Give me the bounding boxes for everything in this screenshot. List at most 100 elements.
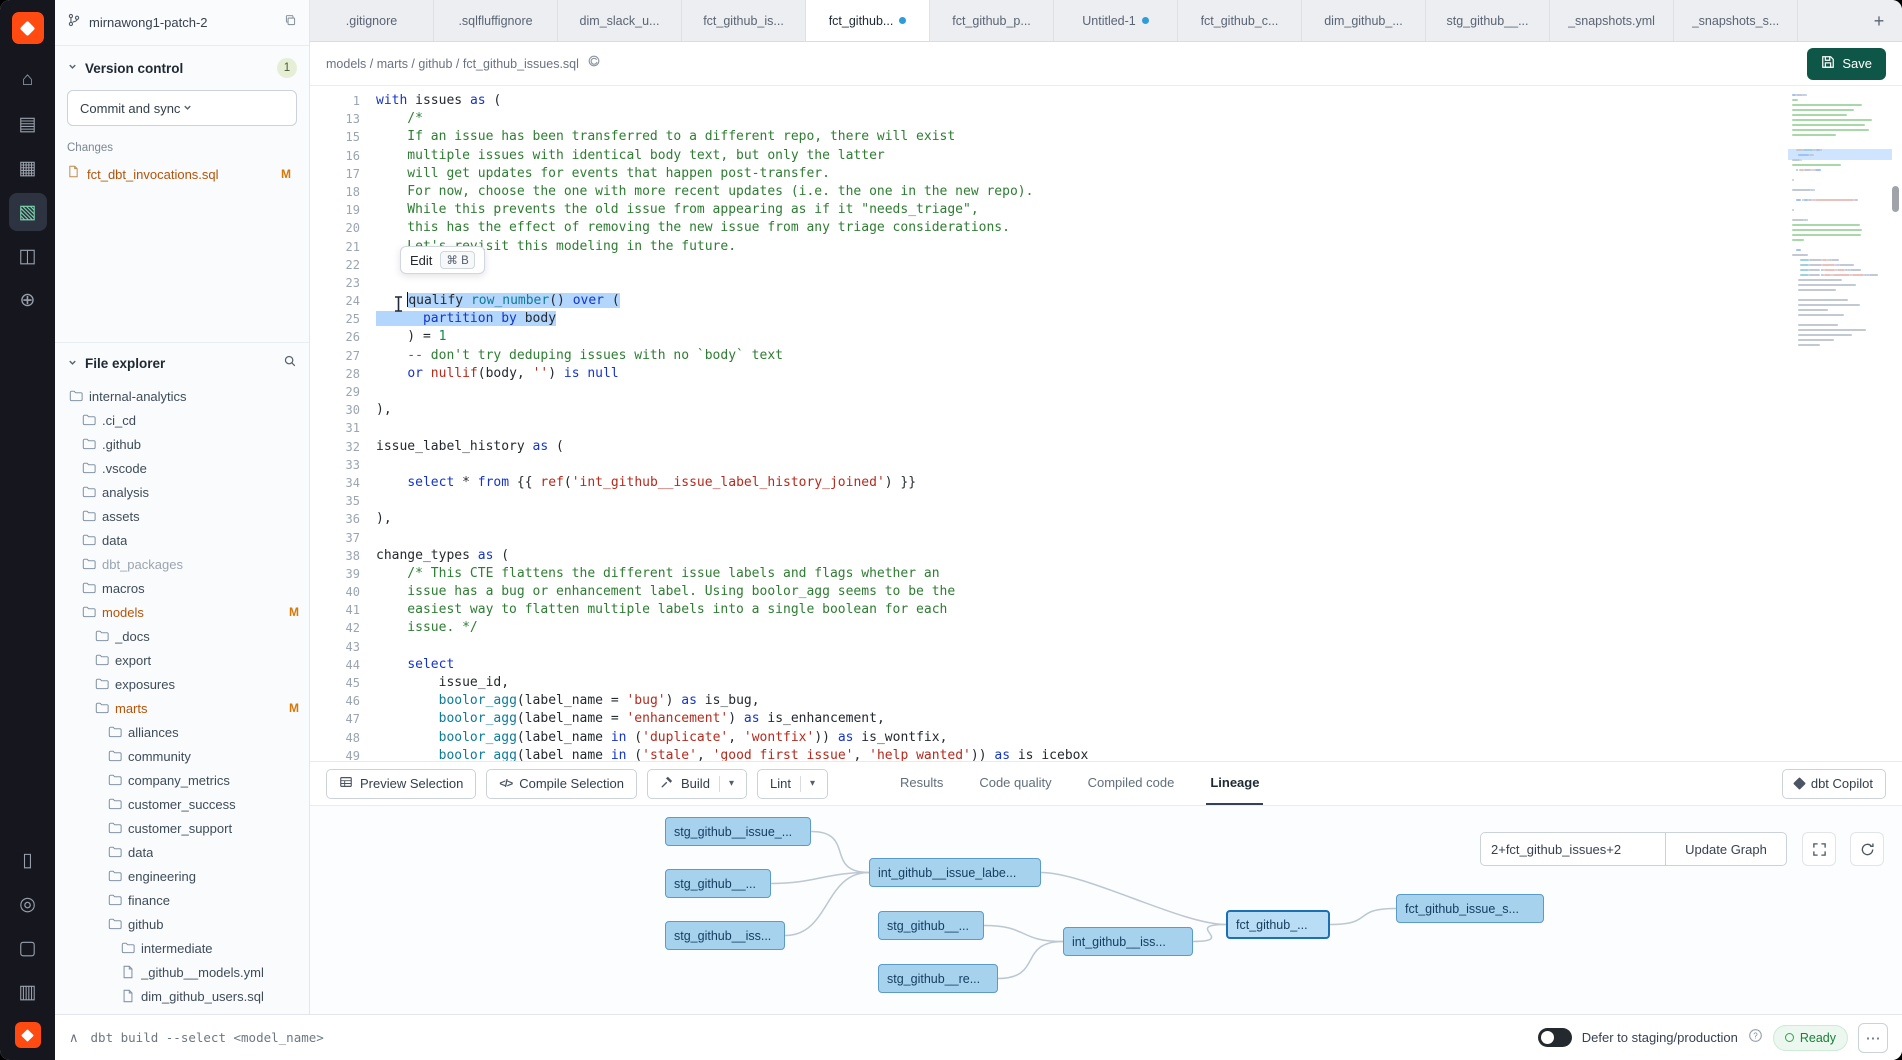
notebook-icon[interactable]: ▯ xyxy=(9,841,47,879)
editor-tab[interactable]: .gitignore xyxy=(310,0,434,41)
lineage-node[interactable]: int_github__issue_labe... xyxy=(869,858,1041,887)
code-line[interactable]: 34 select * from {{ ref('int_github__iss… xyxy=(310,474,1784,492)
tree-item[interactable]: exposures xyxy=(55,672,309,696)
code-line[interactable]: 16 multiple issues with identical body t… xyxy=(310,147,1784,165)
code-line[interactable]: 36), xyxy=(310,510,1784,528)
tree-item[interactable]: .ci_cd xyxy=(55,408,309,432)
tree-item[interactable]: .vscode xyxy=(55,456,309,480)
version-control-header[interactable]: Version control 1 xyxy=(67,58,297,78)
code-line[interactable]: 22 xyxy=(310,256,1784,274)
tree-item[interactable]: martsM xyxy=(55,696,309,720)
dbt-flame-icon[interactable] xyxy=(15,1022,41,1048)
code-line[interactable]: 37 xyxy=(310,529,1784,547)
commit-and-sync-button[interactable]: Commit and sync xyxy=(67,90,297,126)
tree-item[interactable]: macros xyxy=(55,576,309,600)
tree-item[interactable]: internal-analytics xyxy=(55,384,309,408)
tree-item[interactable]: dim_github_users.sql xyxy=(55,984,309,1008)
tree-item[interactable]: export xyxy=(55,648,309,672)
tree-item[interactable]: modelsM xyxy=(55,600,309,624)
code-line[interactable]: 18 For now, choose the one with more rec… xyxy=(310,183,1784,201)
code-line[interactable]: 43 xyxy=(310,638,1784,656)
editor-tab[interactable]: fct_github_c... xyxy=(1178,0,1302,41)
code-line[interactable]: 45 issue_id, xyxy=(310,674,1784,692)
lint-button[interactable]: Lint ▾ xyxy=(757,769,828,799)
code-line[interactable]: 35 xyxy=(310,492,1784,510)
code-line[interactable]: 26 ) = 1 xyxy=(310,328,1784,346)
code-line[interactable]: 40 issue has a bug or enhancement label.… xyxy=(310,583,1784,601)
code-line[interactable]: 38change_types as ( xyxy=(310,547,1784,565)
status-badge[interactable]: Ready xyxy=(1773,1025,1848,1051)
code-line[interactable]: 19 While this prevents the old issue fro… xyxy=(310,201,1784,219)
apps-icon[interactable]: ▥ xyxy=(9,973,47,1011)
code-line[interactable]: 25 partition by body xyxy=(310,310,1784,328)
edit-tooltip[interactable]: Edit ⌘ B xyxy=(400,246,485,274)
code-line[interactable]: 33 xyxy=(310,456,1784,474)
editor-scrollbar-thumb[interactable] xyxy=(1892,186,1899,212)
tree-item[interactable]: _github__models.yml xyxy=(55,960,309,984)
defer-toggle[interactable] xyxy=(1538,1028,1572,1047)
code-line[interactable]: 29 xyxy=(310,383,1784,401)
lineage-node[interactable]: fct_github_issue_s... xyxy=(1396,894,1544,923)
dbt-copilot-button[interactable]: dbt Copilot xyxy=(1782,769,1886,799)
tree-item[interactable]: community xyxy=(55,744,309,768)
code-line[interactable]: 1with issues as ( xyxy=(310,92,1784,110)
editor-tab[interactable]: _snapshots_s... xyxy=(1674,0,1798,41)
code-line[interactable]: 46 boolor_agg(label_name = 'bug') as is_… xyxy=(310,692,1784,710)
tree-item[interactable]: customer_support xyxy=(55,816,309,840)
changed-file-row[interactable]: fct_dbt_invocations.sql M xyxy=(67,162,297,186)
editor-tab[interactable]: fct_github... xyxy=(806,0,930,41)
minimap[interactable] xyxy=(1792,94,1888,524)
editor-tab[interactable]: _snapshots.yml xyxy=(1550,0,1674,41)
code-line[interactable]: 21 Let's revisit this modeling in the fu… xyxy=(310,238,1784,256)
editor-tab[interactable]: dim_slack_u... xyxy=(558,0,682,41)
tree-item[interactable]: .github xyxy=(55,432,309,456)
build-button[interactable]: Build ▾ xyxy=(647,769,747,799)
compile-selection-button[interactable]: </> Compile Selection xyxy=(486,769,637,799)
branch-row[interactable]: mirnawong1-patch-2 xyxy=(55,0,309,46)
tree-item[interactable]: data xyxy=(55,528,309,552)
code-line[interactable]: 47 boolor_agg(label_name = 'enhancement'… xyxy=(310,710,1784,728)
code-line[interactable]: 32issue_label_history as ( xyxy=(310,438,1784,456)
develop-icon[interactable]: ▧ xyxy=(9,193,47,231)
lineage-node[interactable]: int_github__iss... xyxy=(1063,927,1193,956)
editor-tab[interactable]: fct_github_p... xyxy=(930,0,1054,41)
expand-panel-icon[interactable]: ∧ xyxy=(69,1030,79,1046)
search-icon[interactable] xyxy=(283,354,297,373)
tree-item[interactable]: dbt_packages xyxy=(55,552,309,576)
code-line[interactable]: 28 or nullif(body, '') is null xyxy=(310,365,1784,383)
command-input[interactable]: dbt build --select <model_name> xyxy=(91,1030,324,1045)
tree-item[interactable]: finance xyxy=(55,888,309,912)
code-line[interactable]: 49 boolor_agg(label_name in ('stale', 'g… xyxy=(310,747,1784,761)
tree-item[interactable]: engineering xyxy=(55,864,309,888)
code-line[interactable]: 44 select xyxy=(310,656,1784,674)
breadcrumb-action-icon[interactable] xyxy=(587,54,601,73)
lineage-node[interactable]: stg_github__... xyxy=(878,911,984,940)
fullscreen-button[interactable] xyxy=(1802,832,1836,866)
jobs-icon[interactable]: ▤ xyxy=(9,105,47,143)
code-line[interactable]: 27 -- don't try deduping issues with no … xyxy=(310,347,1784,365)
explore-icon[interactable]: ⊕ xyxy=(9,281,47,319)
deploy-icon[interactable]: ◫ xyxy=(9,237,47,275)
update-graph-button[interactable]: Update Graph xyxy=(1665,832,1787,866)
tree-item[interactable]: github xyxy=(55,912,309,936)
tree-item[interactable]: alliances xyxy=(55,720,309,744)
more-options-button[interactable]: ⋯ xyxy=(1858,1023,1888,1053)
preview-selection-button[interactable]: Preview Selection xyxy=(326,769,476,799)
lineage-node[interactable]: fct_github_... xyxy=(1226,910,1330,939)
tree-item[interactable]: customer_success xyxy=(55,792,309,816)
lineage-selector-input[interactable] xyxy=(1480,832,1665,866)
panel-tab-code-quality[interactable]: Code quality xyxy=(975,762,1055,805)
code-line[interactable]: 41 easiest way to flatten multiple label… xyxy=(310,601,1784,619)
lineage-node[interactable]: stg_github__issue_... xyxy=(665,817,811,846)
dashboard-icon[interactable]: ▦ xyxy=(9,149,47,187)
code-line[interactable]: 39 /* This CTE flattens the different is… xyxy=(310,565,1784,583)
code-editor[interactable]: 1with issues as (13 /*15 If an issue has… xyxy=(310,86,1902,761)
panel-tab-results[interactable]: Results xyxy=(896,762,947,805)
help-icon[interactable]: ? xyxy=(1748,1028,1763,1048)
home-icon[interactable]: ⌂ xyxy=(9,61,47,99)
code-line[interactable]: 20 this has the effect of removing the n… xyxy=(310,219,1784,237)
code-line[interactable]: 13 /* xyxy=(310,110,1784,128)
tree-item[interactable]: data xyxy=(55,840,309,864)
editor-tab[interactable]: fct_github_is... xyxy=(682,0,806,41)
panel-tab-compiled-code[interactable]: Compiled code xyxy=(1084,762,1179,805)
